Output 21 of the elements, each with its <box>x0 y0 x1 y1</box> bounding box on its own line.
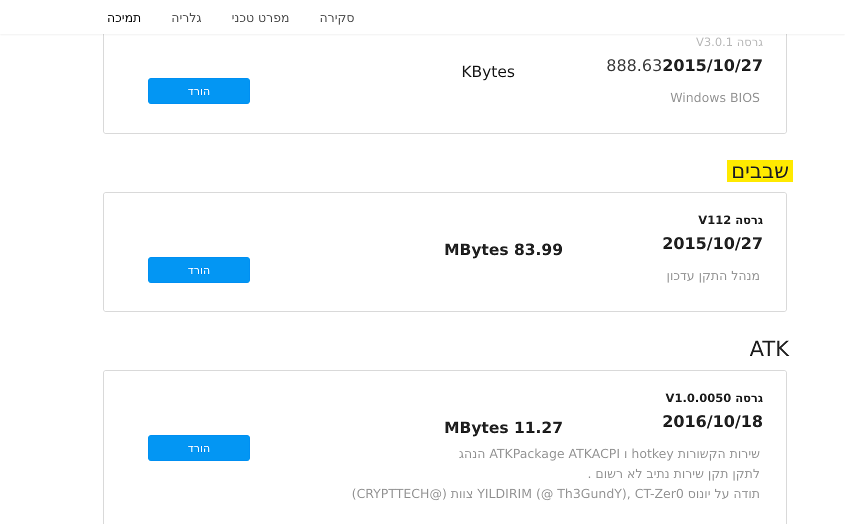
version-label: גרסה V3.0.1 <box>694 35 763 49</box>
release-date: 2015/10/27 <box>662 56 763 75</box>
release-date: 2016/10/18 <box>662 412 763 431</box>
file-size-number: 888.63 <box>606 56 662 75</box>
file-size: MBytes 11.27 <box>443 419 563 437</box>
description-line: שירות הקשורות hotkey ו ATKPackage ATKACPI הנהג <box>458 445 761 463</box>
description-line: לתקן תקן שירות נתיב לא רשום . <box>586 465 761 483</box>
description-line: Windows BIOS <box>669 89 761 107</box>
file-size: MBytes 83.99 <box>443 241 563 259</box>
nav-tab[interactable]: מפרט טכני <box>232 10 290 24</box>
version-label: גרסה V1.0.0050 <box>664 391 763 405</box>
section-heading: ATK <box>748 338 790 360</box>
nav-tab[interactable]: סקירה <box>320 10 355 24</box>
version-label: גרסה V112 <box>697 213 763 227</box>
nav-tab[interactable]: גלריה <box>171 10 202 24</box>
release-date: 2015/10/27 <box>662 234 763 253</box>
nav-tab[interactable]: תמיכה <box>107 10 142 24</box>
description-line: מנהל התקן עדכון <box>666 267 761 285</box>
file-size: KBytes <box>460 63 515 81</box>
section-heading: שבבים <box>727 160 793 182</box>
description-line: תודה על יונוס YILDIRIM (@ Th3GundY), CT-Zer0 צוות (@CRYPTTECH) <box>350 485 761 503</box>
